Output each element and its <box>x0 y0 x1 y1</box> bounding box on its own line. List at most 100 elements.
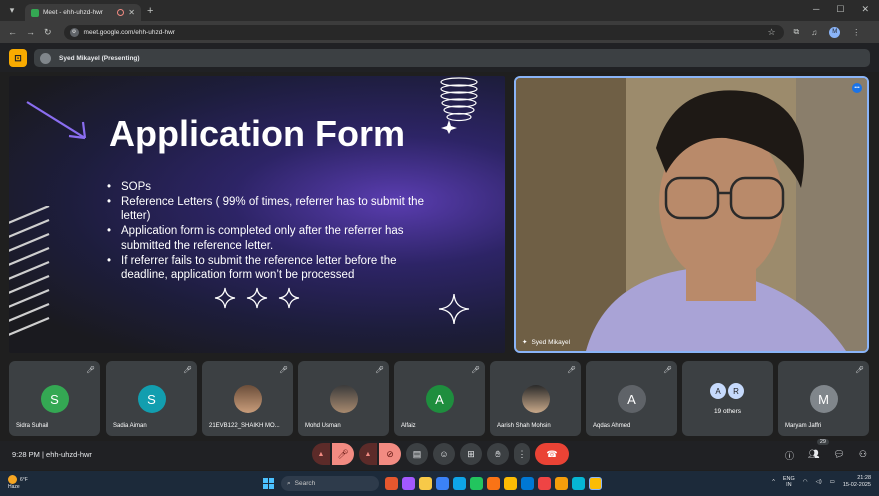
meeting-control-bar: 9:28 PM | ehh-uhzd-hwr ▲ 🎤︎ ▲ ⊘ ▤ ☺ ⊞ ✋︎… <box>0 439 879 470</box>
close-button[interactable]: ✕ <box>861 4 869 15</box>
tray-chevron-icon[interactable]: ^ <box>772 479 775 485</box>
weather-widget[interactable]: 6°F Haze <box>8 475 28 490</box>
extensions-icon[interactable]: ⧉ <box>794 27 800 37</box>
address-bar[interactable]: ⚙ meet.google.com/ehh-uhzd-hwr ☆ <box>63 24 784 40</box>
participant-avatar: S <box>40 385 69 413</box>
participant-name: Aarish Shah Mohsin <box>497 423 551 429</box>
sparkles-decoration-icon <box>214 287 300 309</box>
firefox-icon[interactable] <box>487 477 500 490</box>
participant-avatar: S <box>137 385 166 413</box>
browser-menu-icon[interactable]: ⋮ <box>852 28 860 37</box>
video-options-button[interactable]: ▲ <box>359 443 377 465</box>
chrome-active-icon[interactable] <box>589 477 602 490</box>
search-icon: ⌕ <box>287 479 291 487</box>
app-icon[interactable] <box>385 477 398 490</box>
meet-header: ⊡ Syed Mikayel (Presenting) <box>0 43 879 72</box>
media-control-icon[interactable]: ♫ <box>811 28 817 37</box>
speaker-video-feed <box>516 78 867 351</box>
search-placeholder: Search <box>294 480 316 487</box>
presenting-banner: Syed Mikayel (Presenting) <box>34 49 870 67</box>
arrow-decoration-icon <box>26 101 87 140</box>
captions-button[interactable]: ▤ <box>406 443 428 465</box>
tab-search-icon[interactable]: ▾ <box>5 4 19 18</box>
speaking-indicator-icon: ••• <box>852 83 862 93</box>
slide-bullet: Reference Letters ( 99% of times, referr… <box>107 195 437 224</box>
side-panel-controls: ⓘ 👥︎ 💬︎ ⚇ <box>785 449 867 462</box>
windows-taskbar: 6°F Haze ⌕ Search ^ ENG IN ◠ ◁) ▭ 21:28 … <box>0 471 879 496</box>
language-indicator[interactable]: ENG IN <box>783 476 795 488</box>
participant-tile[interactable]: 🎤︎ A Aqdas Ahmed <box>586 361 677 436</box>
profile-avatar[interactable]: M <box>829 26 841 38</box>
weather-desc: Haze <box>8 484 20 490</box>
muted-mic-icon: 🎤︎ <box>471 367 480 374</box>
wifi-icon[interactable]: ◠ <box>803 479 808 485</box>
mic-toggle-button[interactable]: 🎤︎ <box>332 443 354 465</box>
tab-close-icon[interactable]: ✕ <box>128 8 135 17</box>
others-count: 19 others <box>713 408 742 415</box>
participant-name: Sidra Suhail <box>16 423 49 429</box>
reload-icon[interactable]: ↻ <box>44 27 52 38</box>
speaker-video-tile[interactable]: ••• ✦ Syed Mikayel <box>514 76 869 353</box>
participant-count-badge: 29 <box>816 439 829 445</box>
leave-call-button[interactable]: ☎ <box>535 443 569 465</box>
app-icon[interactable] <box>555 477 568 490</box>
tab-meet[interactable]: Meet - ehh-uhzd-hwr ✕ <box>25 4 141 21</box>
more-options-button[interactable]: ⋮ <box>514 443 530 465</box>
bookmark-star-icon[interactable]: ☆ <box>767 27 775 38</box>
site-info-icon[interactable]: ⚙ <box>69 27 79 37</box>
slide-title: Application Form <box>109 113 405 154</box>
muted-mic-icon: 🎤︎ <box>183 367 192 374</box>
maximize-button[interactable]: ☐ <box>836 4 844 15</box>
raise-hand-button[interactable]: ✋︎ <box>487 443 509 465</box>
slide-bullet: Application form is completed only after… <box>107 224 437 253</box>
chat-icon[interactable]: 💬︎ <box>833 449 844 462</box>
participant-tile[interactable]: 🎤︎ 21EVB122_SHAIKH MO... <box>202 361 293 436</box>
app-icon[interactable] <box>402 477 415 490</box>
meeting-time-code: 9:28 PM | ehh-uhzd-hwr <box>12 450 92 459</box>
nav-buttons: ← → ↻ <box>8 27 52 38</box>
app-icon[interactable] <box>572 477 585 490</box>
large-sparkle-decoration-icon <box>438 293 470 325</box>
app-icon[interactable] <box>436 477 449 490</box>
minimize-button[interactable]: ─ <box>813 4 819 15</box>
tab-title: Meet - ehh-uhzd-hwr <box>43 9 103 16</box>
file-explorer-icon[interactable] <box>419 477 432 490</box>
chrome-icon[interactable] <box>504 477 517 490</box>
windows-start-icon[interactable] <box>263 478 274 489</box>
people-icon[interactable]: 👥︎ <box>808 449 819 462</box>
volume-icon[interactable]: ◁) <box>816 479 822 485</box>
browser-tabstrip: ▾ Meet - ehh-uhzd-hwr ✕ + ─ ☐ ✕ <box>0 0 879 21</box>
app-icon[interactable] <box>538 477 551 490</box>
participant-tile[interactable]: 🎤︎ Aarish Shah Mohsin <box>490 361 581 436</box>
participant-tile[interactable]: 🎤︎ Mohd Usman <box>298 361 389 436</box>
store-icon[interactable] <box>453 477 466 490</box>
new-tab-button[interactable]: + <box>147 5 153 17</box>
others-tile[interactable]: A R 19 others <box>682 361 773 436</box>
pin-icon[interactable]: ✦ <box>522 338 527 346</box>
participant-tile[interactable]: 🎤︎ M Maryam Jaffri <box>778 361 869 436</box>
speaker-name-text: Syed Mikayel <box>531 338 571 346</box>
mic-control: ▲ 🎤︎ <box>312 443 354 465</box>
present-screen-button[interactable]: ⊞ <box>460 443 482 465</box>
emoji-reaction-button[interactable]: ☺ <box>433 443 455 465</box>
outlook-icon[interactable] <box>521 477 534 490</box>
participant-name: Aqdas Ahmed <box>593 423 631 429</box>
camera-toggle-button[interactable]: ⊘ <box>379 443 401 465</box>
participant-photo-avatar <box>233 385 262 413</box>
presenter-avatar <box>40 52 51 64</box>
audio-options-button[interactable]: ▲ <box>312 443 330 465</box>
whatsapp-icon[interactable] <box>470 477 483 490</box>
participant-avatar: A <box>425 385 454 413</box>
activities-icon[interactable]: ⚇ <box>859 449 867 462</box>
battery-icon[interactable]: ▭ <box>830 479 835 485</box>
muted-mic-icon: 🎤︎ <box>86 367 95 374</box>
participant-tile[interactable]: 🎤︎ S Sidra Suhail <box>9 361 100 436</box>
participant-avatar: A <box>617 385 646 413</box>
participant-tile[interactable]: 🎤︎ A Alfaiz <box>394 361 485 436</box>
forward-icon[interactable]: → <box>26 27 35 38</box>
taskbar-search[interactable]: ⌕ Search <box>281 476 379 491</box>
meeting-info-icon[interactable]: ⓘ <box>785 449 794 462</box>
participant-tile[interactable]: 🎤︎ S Sadia Aiman <box>106 361 197 436</box>
back-icon[interactable]: ← <box>8 27 17 38</box>
clock[interactable]: 21:28 15-02-2025 <box>843 475 871 489</box>
